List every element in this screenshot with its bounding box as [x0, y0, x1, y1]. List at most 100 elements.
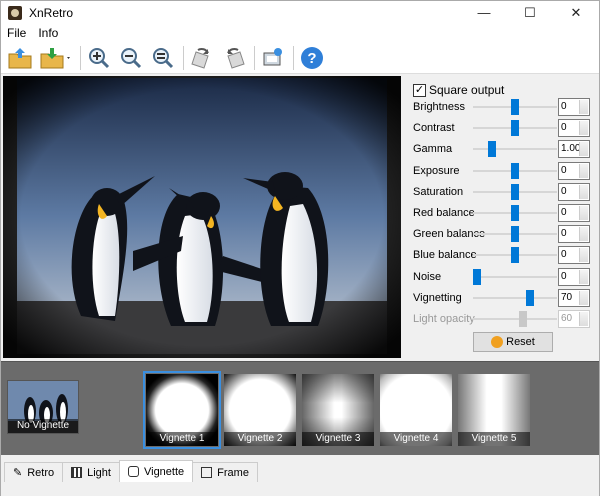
- slider-track: [473, 275, 557, 278]
- slider-thumb: [518, 311, 527, 327]
- param-slider[interactable]: [473, 162, 557, 180]
- slider-thumb[interactable]: [511, 99, 519, 115]
- param-slider[interactable]: [473, 225, 557, 243]
- param-spinbox[interactable]: 0: [558, 225, 590, 244]
- rotate-left-button[interactable]: [187, 44, 217, 72]
- zoom-fit-icon: [153, 47, 174, 68]
- screen-capture-icon: [263, 47, 282, 65]
- slider-thumb[interactable]: [511, 183, 519, 200]
- param-spinbox[interactable]: 70: [558, 288, 590, 307]
- zoom-out-icon: [121, 47, 142, 68]
- square-output-checkbox[interactable]: ✓: [413, 83, 426, 97]
- param-row-vignetting: Vignetting 70: [413, 288, 595, 307]
- open-folder-icon: [8, 47, 32, 68]
- param-label: Noise: [413, 270, 442, 283]
- save-folder-icon: [40, 47, 70, 68]
- square-output-label: Square output: [429, 83, 505, 97]
- toolbar: ?: [1, 42, 599, 74]
- param-spinbox[interactable]: 1.00: [558, 140, 590, 159]
- menu-file[interactable]: File: [1, 26, 32, 40]
- slider-track: [473, 148, 557, 151]
- param-row-saturation: Saturation 0: [413, 182, 595, 201]
- tab-retro[interactable]: ✎ Retro: [4, 462, 64, 482]
- slider-track: [473, 296, 557, 299]
- vignette-label: Vignette 5: [458, 432, 530, 446]
- light-grid-icon: [71, 467, 83, 478]
- vignette-thumb-1[interactable]: Vignette 1: [143, 371, 221, 449]
- frame-square-icon: [201, 467, 213, 478]
- slider-thumb[interactable]: [473, 268, 481, 285]
- reset-button[interactable]: Reset: [473, 332, 553, 352]
- tab-light[interactable]: Light: [62, 462, 120, 482]
- help-button[interactable]: ?: [297, 44, 327, 72]
- param-slider[interactable]: [473, 183, 557, 201]
- param-label: Contrast: [413, 122, 455, 135]
- no-vignette-label: No Vignette: [8, 419, 78, 433]
- param-spinbox[interactable]: 0: [558, 204, 590, 222]
- param-label: Exposure: [413, 164, 460, 177]
- vignette-thumb-2[interactable]: Vignette 2: [224, 374, 296, 446]
- tab-label: Frame: [217, 466, 249, 479]
- slider-thumb[interactable]: [526, 289, 535, 306]
- param-label: Brightness: [413, 101, 465, 113]
- param-spinbox[interactable]: 0: [558, 119, 590, 138]
- param-spinbox[interactable]: 0: [558, 161, 590, 180]
- param-slider[interactable]: [473, 98, 557, 116]
- maximize-button[interactable]: ☐: [507, 1, 553, 24]
- param-spinbox[interactable]: 0: [558, 267, 590, 286]
- minimize-button[interactable]: —: [461, 1, 507, 24]
- param-spinbox[interactable]: 0: [558, 182, 590, 201]
- param-label: Light opacity: [413, 313, 475, 325]
- tab-vignette[interactable]: Vignette: [118, 460, 194, 482]
- zoom-fit-button[interactable]: [148, 44, 178, 72]
- tab-bar: ✎ Retro Light Vignette Frame: [1, 460, 599, 482]
- tab-frame[interactable]: Frame: [192, 462, 258, 482]
- slider-thumb[interactable]: [511, 205, 519, 221]
- vignette-label: Vignette 2: [224, 432, 296, 446]
- zoom-in-button[interactable]: [84, 44, 114, 72]
- retro-wand-icon: ✎: [13, 467, 23, 479]
- vignette-label: Vignette 3: [302, 432, 374, 446]
- slider-thumb[interactable]: [511, 162, 519, 179]
- slider-thumb[interactable]: [511, 247, 519, 264]
- slider-thumb[interactable]: [511, 226, 519, 243]
- menu-info[interactable]: Info: [32, 26, 64, 40]
- menu-bar: File Info: [1, 24, 599, 42]
- slider-thumb[interactable]: [511, 120, 519, 137]
- vignette-thumb-5[interactable]: Vignette 5: [458, 374, 530, 446]
- tab-label: Vignette: [143, 465, 185, 478]
- param-slider[interactable]: [473, 204, 557, 222]
- param-spinbox[interactable]: 0: [558, 98, 590, 116]
- zoom-out-button[interactable]: [116, 44, 146, 72]
- param-label: Saturation: [413, 185, 464, 198]
- status-bar: [1, 482, 599, 496]
- param-slider[interactable]: [473, 268, 557, 286]
- param-spinbox[interactable]: 0: [558, 246, 590, 265]
- open-button[interactable]: [5, 44, 35, 72]
- app-icon: [8, 5, 22, 20]
- param-label: Red balance: [413, 207, 475, 219]
- help-icon: ?: [301, 46, 323, 69]
- image-preview[interactable]: [3, 76, 401, 358]
- rotate-right-button[interactable]: [219, 44, 249, 72]
- square-output-row[interactable]: ✓ Square output: [413, 83, 504, 97]
- param-slider[interactable]: [473, 119, 557, 137]
- no-vignette-thumb[interactable]: No Vignette: [7, 380, 79, 434]
- capture-button[interactable]: [258, 44, 288, 72]
- close-button[interactable]: ✕: [553, 1, 599, 24]
- save-button[interactable]: [37, 44, 75, 72]
- param-row-gamma: Gamma 1.00: [413, 140, 595, 159]
- rotate-right-icon: [227, 47, 245, 69]
- vignette-thumb-3[interactable]: Vignette 3: [302, 374, 374, 446]
- param-slider[interactable]: [473, 289, 557, 307]
- param-slider[interactable]: [473, 246, 557, 264]
- preset-strip: No Vignette Vignette 1 Vignette 2 Vignette…: [1, 361, 599, 455]
- param-slider[interactable]: [473, 140, 557, 158]
- param-row-light-opacity: Light opacity 60: [413, 310, 595, 328]
- param-row-brightness: Brightness 0: [413, 98, 595, 116]
- param-row-green-balance: Green balance 0: [413, 225, 595, 244]
- vignette-thumb-4[interactable]: Vignette 4: [380, 374, 452, 446]
- slider-thumb[interactable]: [488, 141, 497, 158]
- tab-label: Retro: [27, 466, 55, 479]
- penguins-photo: [3, 76, 401, 358]
